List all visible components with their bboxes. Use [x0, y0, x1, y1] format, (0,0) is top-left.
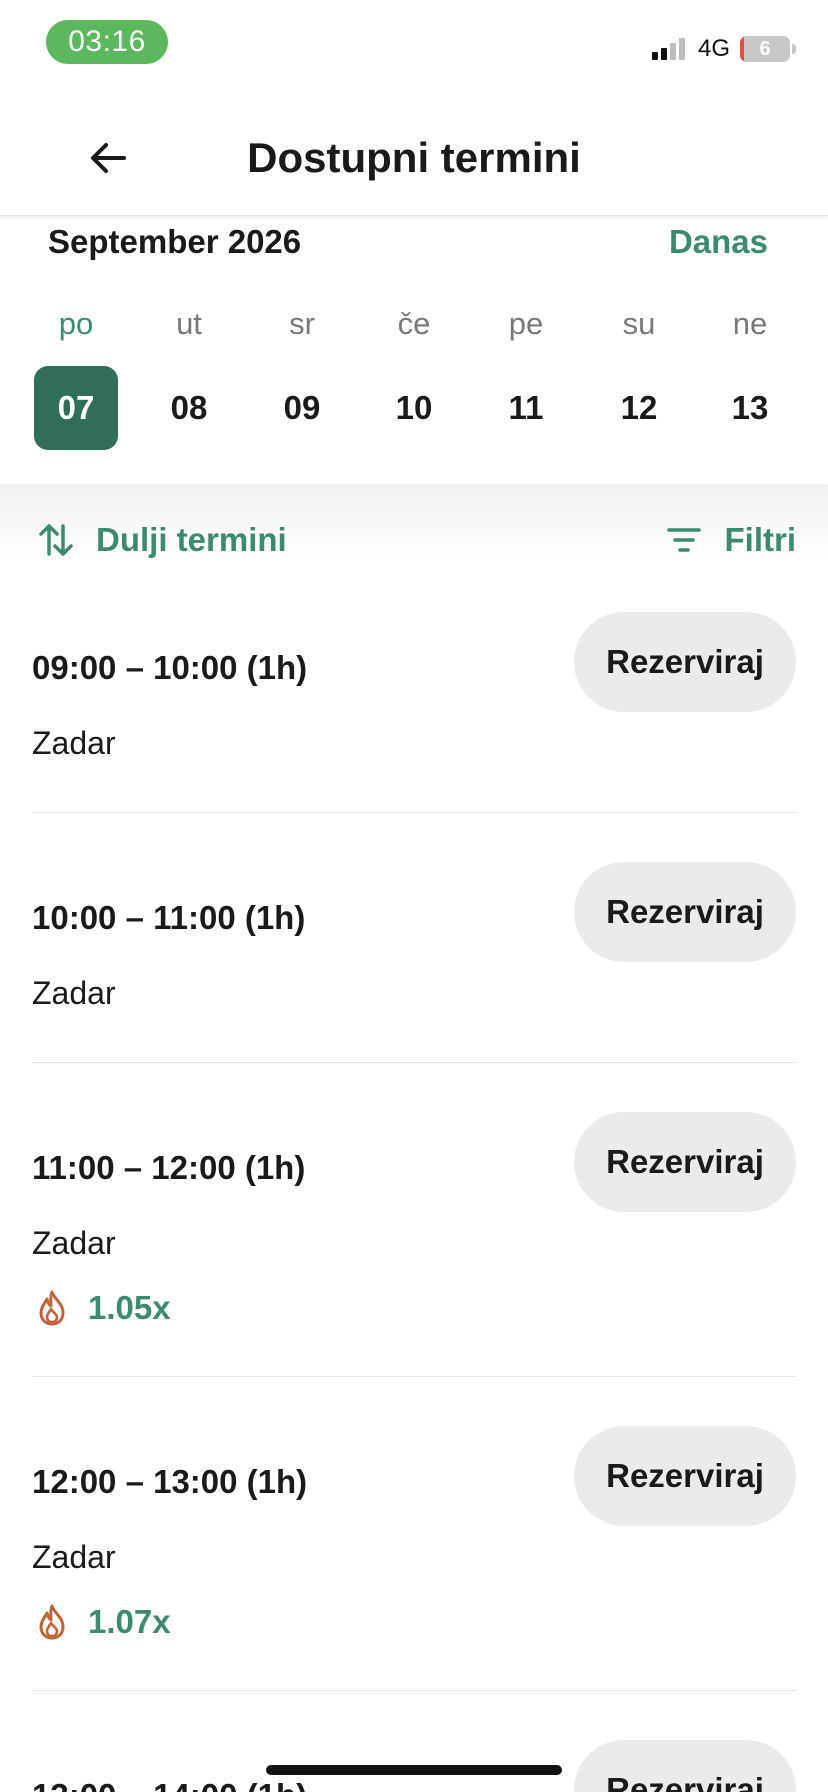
slot-time: 11:00 – 12:00 (1h) — [32, 1149, 306, 1186]
weekday-label: ut — [176, 306, 202, 341]
book-button[interactable]: Rezerviraj — [574, 1112, 796, 1212]
book-button[interactable]: Rezerviraj — [574, 1426, 796, 1526]
divider — [32, 1690, 796, 1691]
filter-button[interactable]: Filtri — [666, 516, 797, 564]
multiplier-value: 1.05x — [88, 1289, 171, 1326]
status-time: 03:16 — [46, 20, 168, 64]
status-bar: 03:16 4G 6 — [0, 0, 828, 96]
today-button[interactable]: Danas — [669, 220, 768, 264]
weekday-label: če — [397, 306, 431, 341]
weekday-label: pe — [508, 306, 544, 341]
slot-time: 10:00 – 11:00 (1h) — [32, 899, 306, 936]
divider — [32, 1376, 796, 1377]
divider — [32, 1062, 796, 1063]
multiplier-value: 1.07x — [88, 1603, 171, 1640]
price-multiplier: 1.07x — [32, 1600, 171, 1644]
day-cell[interactable]: 11 — [484, 366, 568, 450]
top-bar: Dostupni termini — [0, 96, 828, 216]
flame-icon — [39, 1290, 65, 1326]
signal-strength-icon — [652, 36, 692, 60]
day-cell-selected[interactable]: 07 — [34, 366, 118, 450]
book-button[interactable]: Rezerviraj — [574, 862, 796, 962]
battery-tip — [792, 44, 796, 54]
book-button[interactable]: Rezerviraj — [574, 612, 796, 712]
slot-time: 09:00 – 10:00 (1h) — [32, 649, 308, 686]
day-cell[interactable]: 12 — [597, 366, 681, 450]
slot-location: Zadar — [32, 1539, 116, 1575]
day-cell[interactable]: 08 — [147, 366, 231, 450]
day-cell[interactable]: 10 — [372, 366, 456, 450]
app-screen: 03:16 4G 6 Dostupni termini September 20… — [0, 0, 828, 1792]
slot-location: Zadar — [32, 975, 116, 1011]
weekday-label: su — [622, 306, 656, 341]
sort-button[interactable]: Dulji termini — [38, 516, 287, 564]
day-cell[interactable]: 13 — [708, 366, 792, 450]
home-indicator — [266, 1765, 562, 1775]
divider — [32, 812, 796, 813]
sort-label: Dulji termini — [96, 521, 287, 558]
flame-icon — [39, 1604, 65, 1640]
battery-icon: 6 — [740, 36, 790, 62]
book-button[interactable]: Rezerviraj — [574, 1740, 796, 1792]
filter-lines-icon — [666, 528, 701, 552]
sort-arrows-icon — [39, 524, 73, 556]
slot-time: 12:00 – 13:00 (1h) — [32, 1463, 308, 1500]
slot-location: Zadar — [32, 1225, 116, 1261]
slot-time: 13:00 – 14:00 (1h) — [32, 1774, 307, 1792]
weekday-label: sr — [289, 306, 315, 341]
week-calendar: September 2026 Danas po ut sr če pe su n… — [0, 216, 828, 484]
battery-level: 6 — [759, 38, 771, 60]
day-cell[interactable]: 09 — [260, 366, 344, 450]
page-title: Dostupni termini — [247, 134, 581, 181]
filter-label: Filtri — [724, 521, 797, 558]
weekday-label: po — [58, 306, 94, 341]
weekday-label: ne — [732, 306, 768, 341]
slot-location: Zadar — [32, 725, 116, 761]
network-type: 4G — [698, 35, 731, 62]
price-multiplier: 1.05x — [32, 1286, 171, 1330]
month-label: September 2026 — [48, 223, 302, 260]
